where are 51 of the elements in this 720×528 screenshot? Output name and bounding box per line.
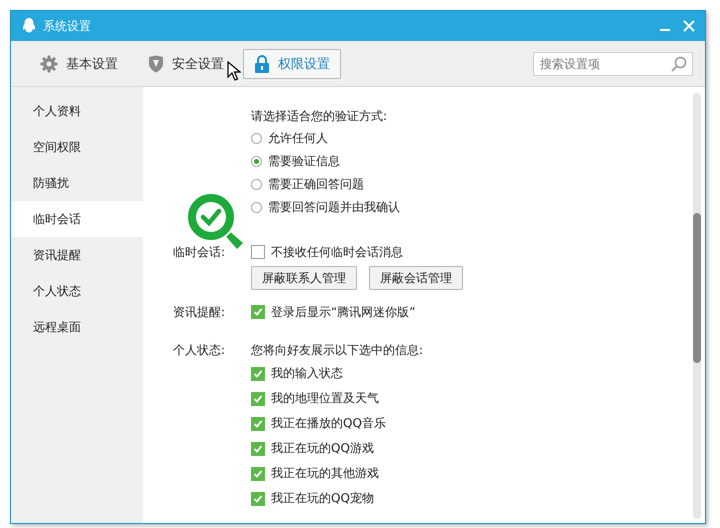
settings-tab[interactable]: 基本设置 <box>29 48 129 78</box>
section-label: 临时会话: <box>173 244 226 260</box>
checkbox[interactable] <box>251 416 265 430</box>
checkbox[interactable] <box>251 245 265 259</box>
lock-icon <box>254 54 270 72</box>
manage-button[interactable]: 屏蔽联系人管理 <box>251 266 357 290</box>
status-prompt: 您将向好友展示以下选中的信息: <box>251 342 424 358</box>
radio-label[interactable]: 需要验证信息 <box>268 153 340 170</box>
sidebar-item[interactable]: 防骚扰 <box>11 165 143 201</box>
window-title: 系统设置 <box>43 18 91 34</box>
search-field[interactable]: 搜索设置项 <box>533 52 693 76</box>
mouse-cursor-icon <box>227 61 241 81</box>
radio-label[interactable]: 需要正确回答问题 <box>268 176 364 193</box>
checkbox-label[interactable]: 我正在玩的QQ游戏 <box>271 440 374 457</box>
checkbox[interactable] <box>251 492 265 506</box>
sidebar-item[interactable]: 空间权限 <box>11 129 143 165</box>
radio-button[interactable] <box>251 156 262 167</box>
sidebar-item[interactable]: 个人状态 <box>11 273 143 309</box>
checkbox-label[interactable]: 登录后显示“腾讯网迷你版” <box>271 304 416 320</box>
checkbox-label[interactable]: 不接收任何临时会话消息 <box>271 244 403 260</box>
checkbox-label[interactable]: 我正在玩的其他游戏 <box>271 465 379 482</box>
settings-tab[interactable]: 权限设置 <box>243 48 341 78</box>
radio-label[interactable]: 允许任何人 <box>268 130 328 147</box>
sidebar-item[interactable]: 远程桌面 <box>11 309 143 345</box>
checkbox-label[interactable]: 我的输入状态 <box>271 365 343 382</box>
radio-button[interactable] <box>251 179 262 190</box>
close-icon[interactable] <box>683 20 695 32</box>
manage-button[interactable]: 屏蔽会话管理 <box>369 266 463 290</box>
shield-icon <box>148 54 164 72</box>
checkbox[interactable] <box>251 392 265 406</box>
section-label: 资讯提醒: <box>173 304 226 320</box>
search-icon[interactable] <box>671 56 687 72</box>
checkbox[interactable] <box>251 366 265 380</box>
sidebar-item[interactable]: 临时会话 <box>11 201 143 237</box>
checkbox-label[interactable]: 我的地理位置及天气 <box>271 390 379 407</box>
scrollbar[interactable] <box>693 93 701 519</box>
sidebar-item[interactable]: 个人资料 <box>11 93 143 129</box>
radio-label[interactable]: 需要回答问题并由我确认 <box>268 199 400 216</box>
checkbox[interactable] <box>251 305 265 319</box>
sidebar-item[interactable]: 资讯提醒 <box>11 237 143 273</box>
radio-button[interactable] <box>251 202 262 213</box>
penguin-icon <box>21 17 37 35</box>
checkbox-label[interactable]: 我正在播放的QQ音乐 <box>271 415 386 432</box>
radio-button[interactable] <box>251 133 262 144</box>
section-label: 个人状态: <box>173 342 226 358</box>
gear-icon <box>40 54 58 72</box>
scrollbar-thumb[interactable] <box>693 213 701 363</box>
checkbox[interactable] <box>251 466 265 480</box>
checkbox[interactable] <box>251 442 265 456</box>
verification-prompt: 请选择适合您的验证方式: <box>251 108 388 124</box>
checkbox-label[interactable]: 我正在玩的QQ宠物 <box>271 490 374 507</box>
